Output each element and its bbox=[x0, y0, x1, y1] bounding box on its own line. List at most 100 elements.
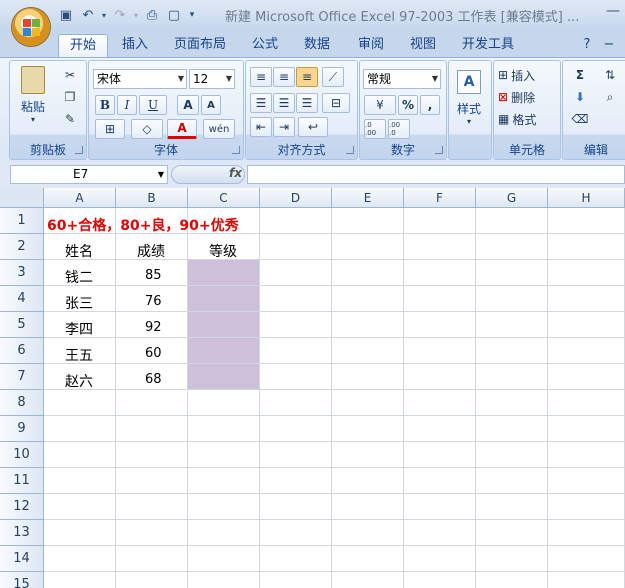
currency-button[interactable]: ¥ bbox=[364, 95, 396, 115]
fill-down-icon[interactable]: ⬇ bbox=[569, 87, 591, 107]
tab-review[interactable]: 审阅 bbox=[350, 34, 392, 57]
row-header-8[interactable]: 8 bbox=[0, 390, 44, 416]
paste-button[interactable]: 粘贴 ▾ bbox=[16, 65, 50, 125]
fill-color-button[interactable]: ◇ bbox=[131, 119, 163, 139]
font-size-select[interactable]: 12 ▼ bbox=[189, 69, 235, 89]
cell-score[interactable]: 85 bbox=[145, 268, 162, 283]
copy-icon[interactable]: ❐ bbox=[60, 87, 80, 107]
delete-cells-button[interactable]: ⊠ 删除 bbox=[498, 87, 556, 107]
column-header-e[interactable]: E bbox=[332, 188, 404, 208]
office-button[interactable] bbox=[12, 8, 50, 46]
font-launcher-icon[interactable] bbox=[232, 146, 240, 154]
redo-dropdown-icon[interactable]: ▾ bbox=[132, 5, 140, 25]
cell-a1-rule[interactable]: 60+合格，80+良，90+优秀 bbox=[47, 215, 239, 235]
new-document-icon[interactable]: ▢ bbox=[164, 5, 184, 25]
clipboard-launcher-icon[interactable] bbox=[75, 146, 83, 154]
undo-dropdown-icon[interactable]: ▾ bbox=[100, 5, 108, 25]
print-preview-icon[interactable]: ⎙ bbox=[142, 5, 162, 25]
cell-name[interactable]: 赵六 bbox=[65, 371, 93, 391]
align-center-icon[interactable]: ☰ bbox=[273, 93, 295, 113]
tab-page-layout[interactable]: 页面布局 bbox=[168, 34, 232, 57]
row-header-13[interactable]: 13 bbox=[0, 520, 44, 546]
bold-button[interactable]: B bbox=[95, 95, 115, 115]
column-header-b[interactable]: B bbox=[116, 188, 188, 208]
row-header-11[interactable]: 11 bbox=[0, 468, 44, 494]
minimize-button[interactable]: — bbox=[604, 3, 622, 21]
wrap-text-icon[interactable]: ↩ bbox=[298, 117, 328, 137]
help-icon[interactable]: ? bbox=[578, 34, 596, 57]
number-launcher-icon[interactable] bbox=[435, 146, 443, 154]
cell-name[interactable]: 张三 bbox=[65, 293, 93, 313]
redo-icon[interactable]: ↷ bbox=[110, 5, 130, 25]
cell-name[interactable]: 王五 bbox=[65, 345, 93, 365]
column-header-h[interactable]: H bbox=[548, 188, 625, 208]
underline-button[interactable]: U bbox=[139, 95, 167, 115]
tab-formulas[interactable]: 公式 bbox=[244, 34, 286, 57]
align-bottom-icon[interactable]: ≡ bbox=[296, 67, 318, 87]
formula-input[interactable] bbox=[247, 165, 625, 184]
styles-button[interactable]: A 样式 ▾ bbox=[453, 67, 485, 129]
orientation-icon[interactable]: ⟋ bbox=[322, 67, 344, 87]
align-top-icon[interactable]: ≡ bbox=[250, 67, 272, 87]
name-box[interactable]: E7 ▼ bbox=[10, 165, 168, 184]
ribbon-minimize-icon[interactable]: − bbox=[602, 34, 616, 57]
save-icon[interactable]: ▣ bbox=[56, 5, 76, 25]
header-score[interactable]: 成绩 bbox=[137, 241, 165, 261]
decrease-indent-icon[interactable]: ⇤ bbox=[250, 117, 272, 137]
align-middle-icon[interactable]: ≡ bbox=[273, 67, 295, 87]
shrink-font-button[interactable]: A bbox=[201, 95, 221, 115]
font-color-button[interactable]: A bbox=[167, 119, 197, 139]
decrease-decimal-button[interactable]: .00 .0 bbox=[388, 119, 410, 139]
row-header-14[interactable]: 14 bbox=[0, 546, 44, 572]
insert-cells-button[interactable]: ⊞ 插入 bbox=[498, 65, 556, 85]
tab-home[interactable]: 开始 bbox=[58, 34, 108, 58]
italic-button[interactable]: I bbox=[117, 95, 137, 115]
row-header-4[interactable]: 4 bbox=[0, 286, 44, 312]
undo-icon[interactable]: ↶ bbox=[78, 5, 98, 25]
column-header-d[interactable]: D bbox=[260, 188, 332, 208]
row-header-2[interactable]: 2 bbox=[0, 234, 44, 260]
sort-filter-icon[interactable]: ⇅ bbox=[599, 65, 621, 85]
increase-indent-icon[interactable]: ⇥ bbox=[273, 117, 295, 137]
row-header-1[interactable]: 1 bbox=[0, 208, 44, 234]
percent-button[interactable]: % bbox=[398, 95, 418, 115]
phonetic-button[interactable]: wén bbox=[203, 119, 235, 139]
cell-score[interactable]: 68 bbox=[145, 372, 162, 387]
tab-view[interactable]: 视图 bbox=[402, 34, 444, 57]
row-header-9[interactable]: 9 bbox=[0, 416, 44, 442]
column-header-c[interactable]: C bbox=[188, 188, 260, 208]
increase-decimal-button[interactable]: .0 .00 bbox=[364, 119, 386, 139]
merge-center-icon[interactable]: ⊟ bbox=[322, 93, 350, 113]
borders-button[interactable]: ⊞ bbox=[95, 119, 125, 139]
row-header-15[interactable]: 15 bbox=[0, 572, 44, 588]
row-header-6[interactable]: 6 bbox=[0, 338, 44, 364]
clear-icon[interactable]: ⌫ bbox=[569, 109, 591, 129]
number-format-select[interactable]: 常规 ▼ bbox=[363, 69, 441, 89]
align-right-icon[interactable]: ☰ bbox=[296, 93, 318, 113]
cell-name[interactable]: 钱二 bbox=[65, 267, 93, 287]
tab-developer[interactable]: 开发工具 bbox=[456, 34, 520, 57]
alignment-launcher-icon[interactable] bbox=[346, 146, 354, 154]
header-name[interactable]: 姓名 bbox=[65, 241, 93, 261]
cell-score[interactable]: 60 bbox=[145, 346, 162, 361]
find-select-icon[interactable]: ⌕ bbox=[599, 87, 621, 107]
insert-function-icon[interactable]: fx bbox=[229, 166, 242, 180]
row-header-7[interactable]: 7 bbox=[0, 364, 44, 390]
column-header-g[interactable]: G bbox=[476, 188, 548, 208]
worksheet-grid[interactable]: A B C D E F G H 1 2 3 4 5 6 7 8 9 10 11 12 13 14 15 60+合格，80+良… bbox=[0, 188, 625, 588]
cell-score[interactable]: 92 bbox=[145, 320, 162, 335]
autosum-button[interactable]: Σ bbox=[569, 65, 591, 85]
row-header-12[interactable]: 12 bbox=[0, 494, 44, 520]
tab-data[interactable]: 数据 bbox=[296, 34, 338, 57]
align-left-icon[interactable]: ☰ bbox=[250, 93, 272, 113]
cell-name[interactable]: 李四 bbox=[65, 319, 93, 339]
format-cells-button[interactable]: ▦ 格式 bbox=[498, 109, 556, 129]
row-header-3[interactable]: 3 bbox=[0, 260, 44, 286]
column-header-f[interactable]: F bbox=[404, 188, 476, 208]
tab-insert[interactable]: 插入 bbox=[114, 34, 156, 57]
row-header-5[interactable]: 5 bbox=[0, 312, 44, 338]
cut-icon[interactable]: ✂ bbox=[60, 65, 80, 85]
row-header-10[interactable]: 10 bbox=[0, 442, 44, 468]
font-name-select[interactable]: 宋体 ▼ bbox=[93, 69, 187, 89]
cell-score[interactable]: 76 bbox=[145, 294, 162, 309]
